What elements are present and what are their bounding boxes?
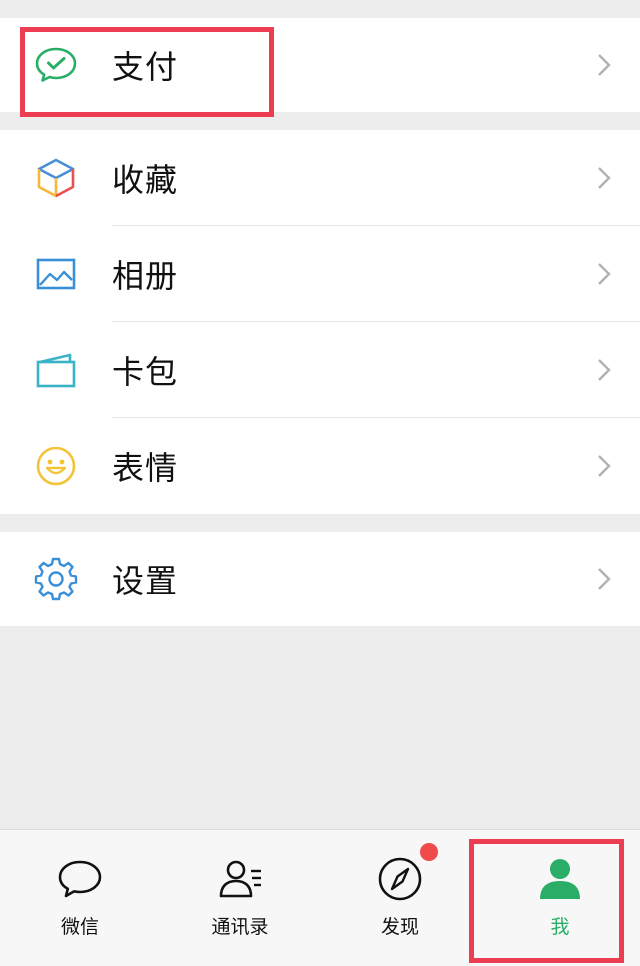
- notification-badge: [420, 843, 438, 861]
- tab-label: 微信: [60, 916, 99, 938]
- menu-item-settings[interactable]: 设置: [0, 532, 640, 626]
- bottom-tab-bar: 微信 通讯录 发现 我: [0, 829, 640, 966]
- menu-item-label: 支付: [112, 48, 179, 86]
- chevron-right-icon: [598, 54, 611, 76]
- menu-item-label: 卡包: [112, 353, 179, 391]
- menu-item-stickers[interactable]: 表情: [0, 418, 640, 514]
- menu-item-album[interactable]: 相册: [0, 226, 640, 322]
- wechat-pay-icon: [33, 42, 79, 88]
- menu-group-main: 收藏 相册 卡包 表情: [0, 130, 640, 514]
- chevron-right-icon: [598, 455, 611, 477]
- contacts-icon: [219, 860, 261, 898]
- menu-item-card-wallet[interactable]: 卡包: [0, 322, 640, 418]
- chevron-right-icon: [598, 167, 611, 189]
- tab-label: 我: [550, 916, 570, 938]
- tab-discover[interactable]: 发现: [320, 830, 480, 966]
- tab-label: 通讯录: [211, 916, 269, 938]
- menu-item-pay[interactable]: 支付: [0, 18, 640, 112]
- menu-item-label: 表情: [112, 449, 179, 487]
- menu-item-label: 收藏: [112, 161, 179, 199]
- album-picture-icon: [33, 251, 79, 297]
- person-icon: [540, 859, 580, 899]
- menu-group-pay: 支付: [0, 18, 640, 112]
- menu-item-label: 相册: [112, 257, 179, 295]
- compass-icon: [378, 857, 422, 901]
- tab-label: 发现: [380, 916, 419, 938]
- menu-group-settings: 设置: [0, 532, 640, 626]
- tab-chats[interactable]: 微信: [0, 830, 160, 966]
- menu-item-favorites[interactable]: 收藏: [0, 130, 640, 226]
- card-wallet-icon: [33, 347, 79, 393]
- gear-icon: [33, 556, 79, 602]
- favorites-cube-icon: [33, 155, 79, 201]
- tab-contacts[interactable]: 通讯录: [160, 830, 320, 966]
- smiley-face-icon: [33, 443, 79, 489]
- chat-bubble-icon: [58, 860, 102, 898]
- chevron-right-icon: [598, 568, 611, 590]
- chevron-right-icon: [598, 359, 611, 381]
- menu-item-label: 设置: [112, 562, 179, 600]
- tab-me[interactable]: 我: [480, 830, 640, 966]
- chevron-right-icon: [598, 263, 611, 285]
